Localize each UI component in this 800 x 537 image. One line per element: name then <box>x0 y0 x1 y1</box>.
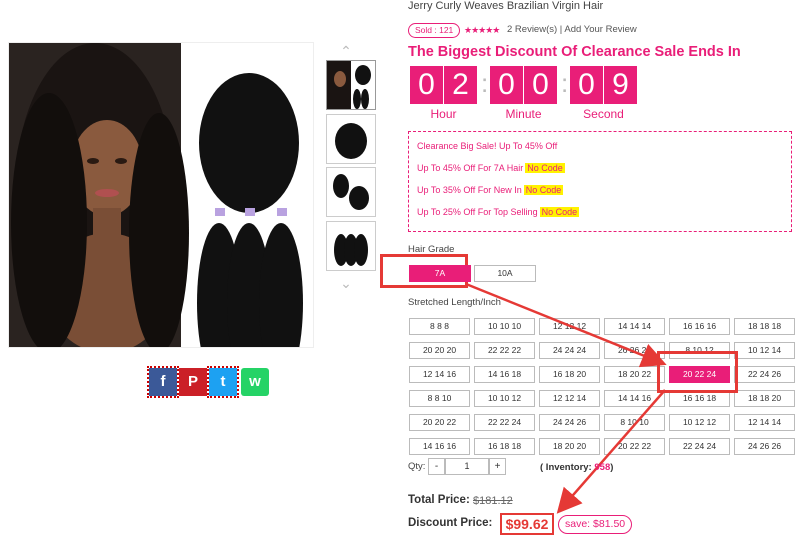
inventory-count: 958 <box>594 462 611 473</box>
inventory-status: ( Inventory: 958) <box>540 462 614 473</box>
annotation-arrows <box>465 282 667 514</box>
save-amount-badge: save: $81.50 <box>558 515 633 534</box>
quantity-minus-button[interactable]: - <box>428 458 445 475</box>
total-price-value: $181.12 <box>473 495 513 507</box>
quantity-label: Qty: <box>408 461 426 472</box>
total-price-label: Total Price: <box>408 494 470 506</box>
quantity-input[interactable]: 1 <box>445 458 489 475</box>
quantity-plus-button[interactable]: + <box>489 458 506 475</box>
discount-price-label: Discount Price: <box>408 517 493 529</box>
discount-price-value: $99.62 <box>500 513 554 535</box>
